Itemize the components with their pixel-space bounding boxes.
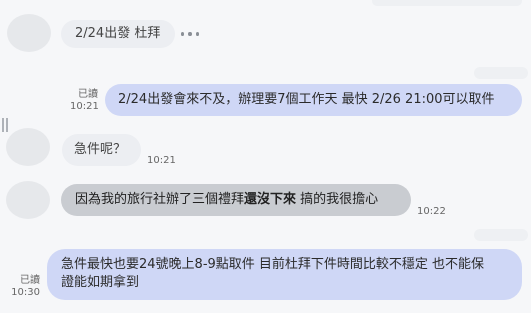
message-time: 10:22 [417,206,446,217]
more-dots-icon[interactable] [181,31,199,37]
message-time: 10:21 [147,155,176,166]
message-bubble-highlighted[interactable]: 因為我的旅行社辦了三個禮拜還沒下來 搞的我很擔心 [61,184,411,216]
message-text: 2/24出發 杜拜 [75,26,161,41]
avatar[interactable] [6,128,50,166]
message-text-part: 因為我的旅行社辦了三個禮拜 [75,192,245,207]
message-text: 2/24出發會來不及，辦理要7個工作天 最快 2/26 21:00可以取件 [118,92,495,107]
message-bubble-incoming[interactable]: 急件呢？ [62,134,141,166]
scrollbar-handle[interactable] [2,118,8,132]
message-text-line: 急件最快也要24號晚上8-9點取件 目前杜拜下件時間比較不穩定 也不能保 [61,257,485,272]
avatar[interactable] [6,181,50,219]
message-time: 10:30 [11,287,40,298]
avatar[interactable] [7,14,51,52]
message-bubble-incoming[interactable]: 2/24出發 杜拜 [61,20,175,48]
read-receipt: 已讀 10:30 [10,275,40,299]
message-bubble-outgoing[interactable]: 2/24出發會來不及，辦理要7個工作天 最快 2/26 21:00可以取件 [105,84,522,116]
read-label: 已讀 [78,89,98,100]
message-text-part: 搞的我很擔心 [296,192,379,207]
message-bubble-outgoing[interactable]: 急件最快也要24號晚上8-9點取件 目前杜拜下件時間比較不穩定 也不能保 證能如… [47,249,522,300]
blurred-header [372,0,522,6]
blurred-name [474,229,528,241]
read-receipt: 已讀 10:21 [70,89,99,113]
message-text: 急件呢？ [74,142,127,157]
message-time: 10:21 [70,101,99,112]
read-label: 已讀 [20,275,40,286]
blurred-name [474,67,528,79]
message-text-line: 證能如期拿到 [61,275,140,290]
message-text-emphasis: 還沒下來 [244,192,297,207]
